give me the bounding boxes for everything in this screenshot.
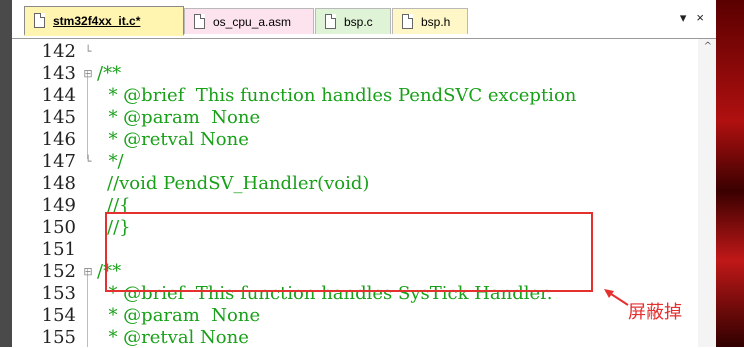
code-line: 145 * @param None xyxy=(12,106,702,128)
annotation-arrow-icon xyxy=(604,289,629,306)
line-number: 147 xyxy=(41,150,76,172)
code-line: 143 ⊟ /** xyxy=(12,62,702,84)
tab-bsp-c[interactable]: bsp.c xyxy=(315,8,391,34)
line-number: 144 xyxy=(41,84,76,106)
code-text: //void PendSV_Handler(void) xyxy=(107,172,370,194)
tab-tools: ▾ × xyxy=(680,10,704,26)
line-number: 143 xyxy=(41,62,76,84)
tab-stm32f4xx-it-c[interactable]: stm32f4xx_it.c* xyxy=(24,6,184,36)
window-frame-left xyxy=(0,0,12,347)
line-number: 153 xyxy=(41,282,76,304)
code-line: 144 * @brief This function handles PendS… xyxy=(12,84,702,106)
editor-tab-bar: stm32f4xx_it.c* os_cpu_a.asm bsp.c bsp.h… xyxy=(12,0,716,39)
code-line: 155 * @retval None xyxy=(12,326,702,348)
line-number: 142 xyxy=(41,40,76,62)
code-text: * @retval None xyxy=(97,128,249,150)
fold-collapse-icon[interactable]: ⊟ xyxy=(82,67,94,80)
code-line: 147 └ */ xyxy=(12,150,702,172)
code-text: * @param None xyxy=(97,106,261,128)
tab-label: bsp.h xyxy=(421,14,451,29)
code-text: * @retval None xyxy=(97,326,249,348)
line-number: 151 xyxy=(41,238,76,260)
fold-end-icon: └ xyxy=(84,44,92,58)
tab-os-cpu-a-asm[interactable]: os_cpu_a.asm xyxy=(184,8,314,34)
background-window-edge xyxy=(716,0,744,347)
file-icon xyxy=(194,14,205,29)
code-line: 142 └ xyxy=(12,40,702,62)
code-text: * @brief This function handles PendSVC e… xyxy=(97,84,577,106)
fold-end-icon: └ xyxy=(84,154,92,168)
code-line: 146 * @retval None xyxy=(12,128,702,150)
code-editor[interactable]: ^ 142 └ 143 ⊟ /** 144 * @brief This func… xyxy=(12,39,716,348)
scroll-up-icon[interactable]: ^ xyxy=(704,41,712,52)
code-text: /** xyxy=(97,62,122,84)
file-icon xyxy=(402,14,413,29)
line-number: 154 xyxy=(41,304,76,326)
annotation-label: 屏蔽掉 xyxy=(628,302,682,323)
line-number: 149 xyxy=(41,194,76,216)
tab-label: stm32f4xx_it.c* xyxy=(53,13,141,28)
line-number: 152 xyxy=(41,260,76,282)
tab-label: os_cpu_a.asm xyxy=(213,14,292,29)
tab-label: bsp.c xyxy=(344,14,373,29)
close-tab-icon[interactable]: × xyxy=(696,10,704,26)
file-icon xyxy=(34,13,45,28)
highlight-box xyxy=(105,212,593,292)
code-text: */ xyxy=(97,150,124,172)
code-line: 154 * @param None xyxy=(12,304,702,326)
code-line: 148 //void PendSV_Handler(void) xyxy=(12,172,702,194)
line-number: 145 xyxy=(41,106,76,128)
tab-list-dropdown-icon[interactable]: ▾ xyxy=(680,10,687,26)
line-number: 146 xyxy=(41,128,76,150)
tab-bsp-h[interactable]: bsp.h xyxy=(392,8,468,34)
line-number: 148 xyxy=(41,172,76,194)
fold-collapse-icon[interactable]: ⊟ xyxy=(82,265,94,278)
line-number: 155 xyxy=(41,326,76,348)
code-text: * @param None xyxy=(97,304,261,326)
file-icon xyxy=(325,14,336,29)
line-number: 150 xyxy=(41,216,76,238)
